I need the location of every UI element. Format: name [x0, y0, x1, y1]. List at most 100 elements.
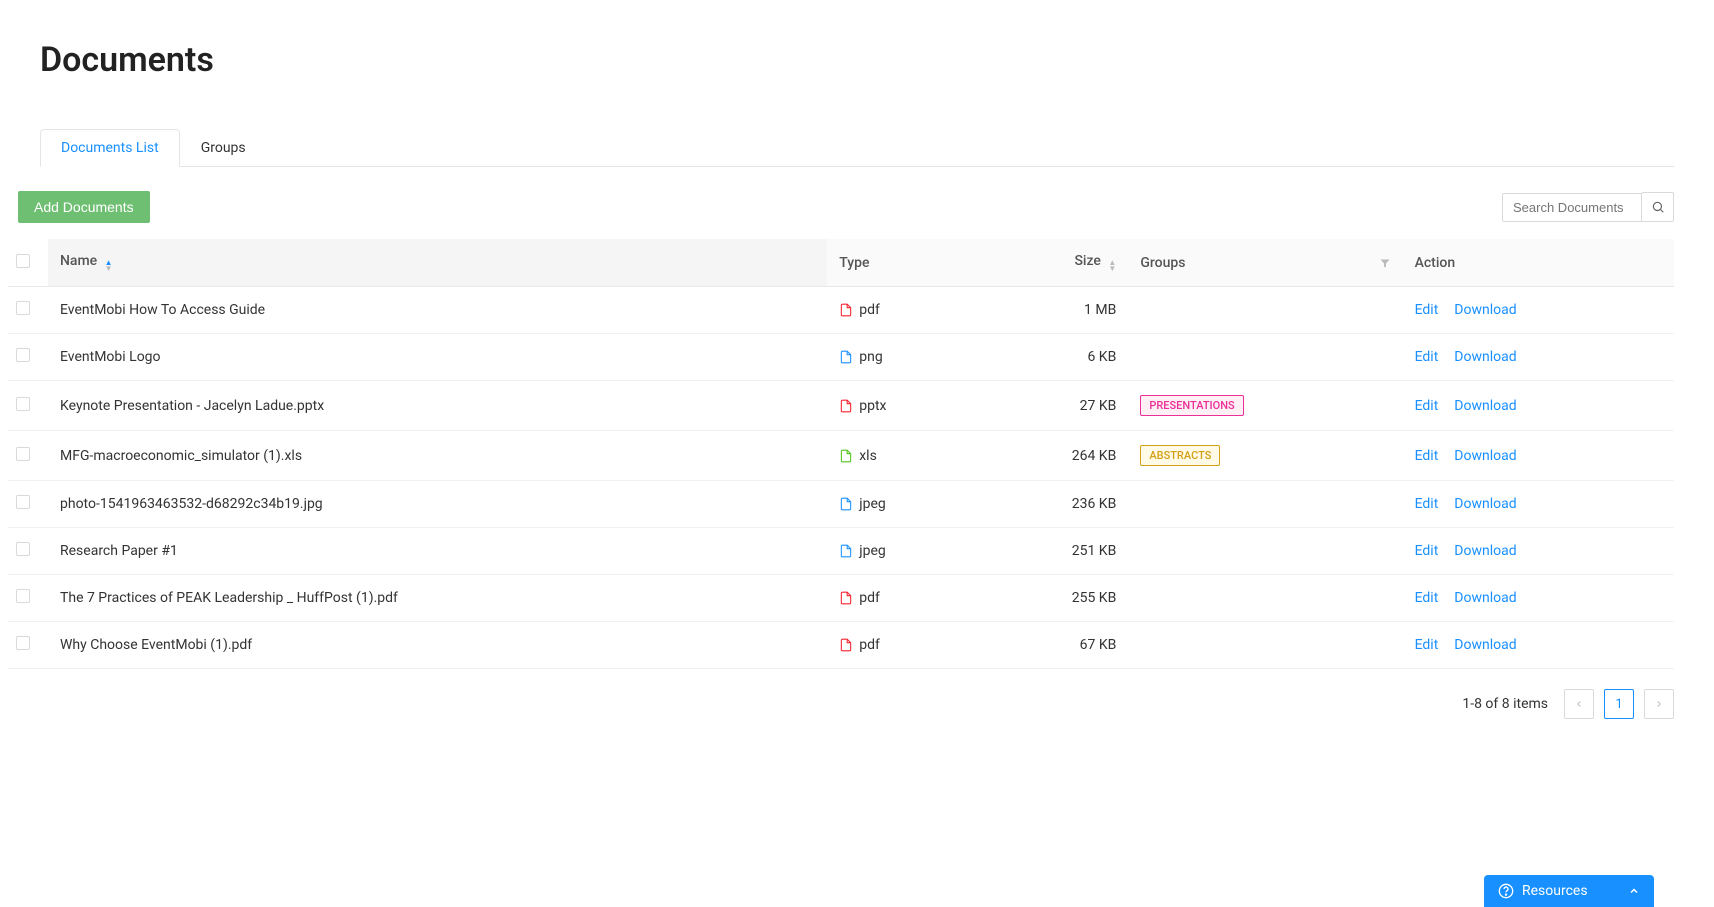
row-size: 255 KB — [981, 575, 1129, 622]
sort-icon: ▲▼ — [105, 260, 113, 272]
add-documents-button[interactable]: Add Documents — [18, 191, 150, 223]
table-row: EventMobi How To Access Guidepdf1 MB Edit… — [8, 287, 1674, 334]
pagination-info: 1-8 of 8 items — [1462, 696, 1548, 712]
chevron-right-icon — [1654, 699, 1664, 709]
download-link[interactable]: Download — [1454, 590, 1516, 606]
row-type: pptx — [827, 381, 980, 431]
table-row: The 7 Practices of PEAK Leadership _ Huf… — [8, 575, 1674, 622]
row-checkbox[interactable] — [16, 542, 30, 556]
row-checkbox[interactable] — [16, 447, 30, 461]
download-link[interactable]: Download — [1454, 496, 1516, 512]
row-name: EventMobi Logo — [48, 334, 827, 381]
help-icon — [1498, 883, 1514, 899]
row-size: 6 KB — [981, 334, 1129, 381]
edit-link[interactable]: Edit — [1415, 349, 1439, 365]
edit-link[interactable]: Edit — [1415, 448, 1439, 464]
download-link[interactable]: Download — [1454, 398, 1516, 414]
download-link[interactable]: Download — [1454, 302, 1516, 318]
group-badge: ABSTRACTS — [1140, 445, 1220, 466]
column-type: Type — [827, 239, 980, 287]
pagination-page-1[interactable]: 1 — [1604, 689, 1634, 719]
table-row: Keynote Presentation - Jacelyn Ladue.ppt… — [8, 381, 1674, 431]
row-checkbox[interactable] — [16, 589, 30, 603]
chevron-left-icon — [1574, 699, 1584, 709]
row-size: 264 KB — [981, 431, 1129, 481]
table-row: MFG-macroeconomic_simulator (1).xlsxls26… — [8, 431, 1674, 481]
edit-link[interactable]: Edit — [1415, 637, 1439, 653]
row-type: jpeg — [827, 481, 980, 528]
row-size: 251 KB — [981, 528, 1129, 575]
row-groups — [1128, 287, 1402, 334]
file-icon — [839, 302, 853, 318]
row-type: jpeg — [827, 528, 980, 575]
row-checkbox[interactable] — [16, 397, 30, 411]
edit-link[interactable]: Edit — [1415, 590, 1439, 606]
column-size[interactable]: Size ▲▼ — [981, 239, 1129, 287]
column-action: Action — [1403, 239, 1674, 287]
row-groups: ABSTRACTS — [1128, 431, 1402, 481]
row-groups — [1128, 334, 1402, 381]
download-link[interactable]: Download — [1454, 637, 1516, 653]
tab-groups[interactable]: Groups — [180, 129, 267, 167]
edit-link[interactable]: Edit — [1415, 302, 1439, 318]
download-link[interactable]: Download — [1454, 349, 1516, 365]
search-wrap — [1502, 192, 1674, 222]
row-actions: Edit Download — [1403, 287, 1674, 334]
search-input[interactable] — [1502, 193, 1642, 222]
filter-icon[interactable] — [1379, 255, 1391, 271]
row-actions: Edit Download — [1403, 575, 1674, 622]
download-link[interactable]: Download — [1454, 448, 1516, 464]
row-checkbox[interactable] — [16, 495, 30, 509]
column-size-label: Size — [1074, 253, 1100, 269]
search-button[interactable] — [1642, 192, 1674, 222]
row-name: Why Choose EventMobi (1).pdf — [48, 622, 827, 669]
file-icon — [839, 590, 853, 606]
tabs: Documents List Groups — [40, 128, 1674, 167]
search-icon — [1651, 200, 1665, 214]
row-name: photo-1541963463532-d68292c34b19.jpg — [48, 481, 827, 528]
edit-link[interactable]: Edit — [1415, 496, 1439, 512]
file-icon — [839, 637, 853, 653]
row-size: 27 KB — [981, 381, 1129, 431]
row-type: pdf — [827, 287, 980, 334]
row-actions: Edit Download — [1403, 431, 1674, 481]
row-name: EventMobi How To Access Guide — [48, 287, 827, 334]
resources-label: Resources — [1522, 883, 1588, 899]
row-name: MFG-macroeconomic_simulator (1).xls — [48, 431, 827, 481]
select-all-checkbox[interactable] — [16, 254, 30, 268]
row-checkbox[interactable] — [16, 301, 30, 315]
row-type: pdf — [827, 622, 980, 669]
row-groups — [1128, 622, 1402, 669]
pagination-prev[interactable] — [1564, 689, 1594, 719]
table-row: photo-1541963463532-d68292c34b19.jpgjpeg… — [8, 481, 1674, 528]
row-checkbox[interactable] — [16, 348, 30, 362]
row-actions: Edit Download — [1403, 528, 1674, 575]
edit-link[interactable]: Edit — [1415, 543, 1439, 559]
row-name: Research Paper #1 — [48, 528, 827, 575]
table-row: EventMobi Logopng6 KB Edit Download — [8, 334, 1674, 381]
file-icon — [839, 398, 853, 414]
row-groups — [1128, 481, 1402, 528]
documents-table: Name ▲▼ Type Size ▲▼ Groups Action Event… — [8, 239, 1674, 669]
download-link[interactable]: Download — [1454, 543, 1516, 559]
row-groups — [1128, 528, 1402, 575]
toolbar: Add Documents — [40, 191, 1674, 223]
pagination: 1-8 of 8 items 1 — [40, 689, 1674, 719]
tab-documents-list[interactable]: Documents List — [40, 129, 180, 167]
row-type: pdf — [827, 575, 980, 622]
row-name: Keynote Presentation - Jacelyn Ladue.ppt… — [48, 381, 827, 431]
row-actions: Edit Download — [1403, 381, 1674, 431]
row-checkbox[interactable] — [16, 636, 30, 650]
edit-link[interactable]: Edit — [1415, 398, 1439, 414]
row-size: 1 MB — [981, 287, 1129, 334]
column-groups[interactable]: Groups — [1128, 239, 1402, 287]
file-icon — [839, 496, 853, 512]
file-icon — [839, 543, 853, 559]
table-row: Research Paper #1jpeg251 KB Edit Download — [8, 528, 1674, 575]
pagination-next[interactable] — [1644, 689, 1674, 719]
resources-bar[interactable]: Resources — [1484, 875, 1654, 907]
column-name[interactable]: Name ▲▼ — [48, 239, 827, 287]
column-groups-label: Groups — [1140, 255, 1185, 271]
page-title: Documents — [40, 40, 1674, 80]
row-type: png — [827, 334, 980, 381]
